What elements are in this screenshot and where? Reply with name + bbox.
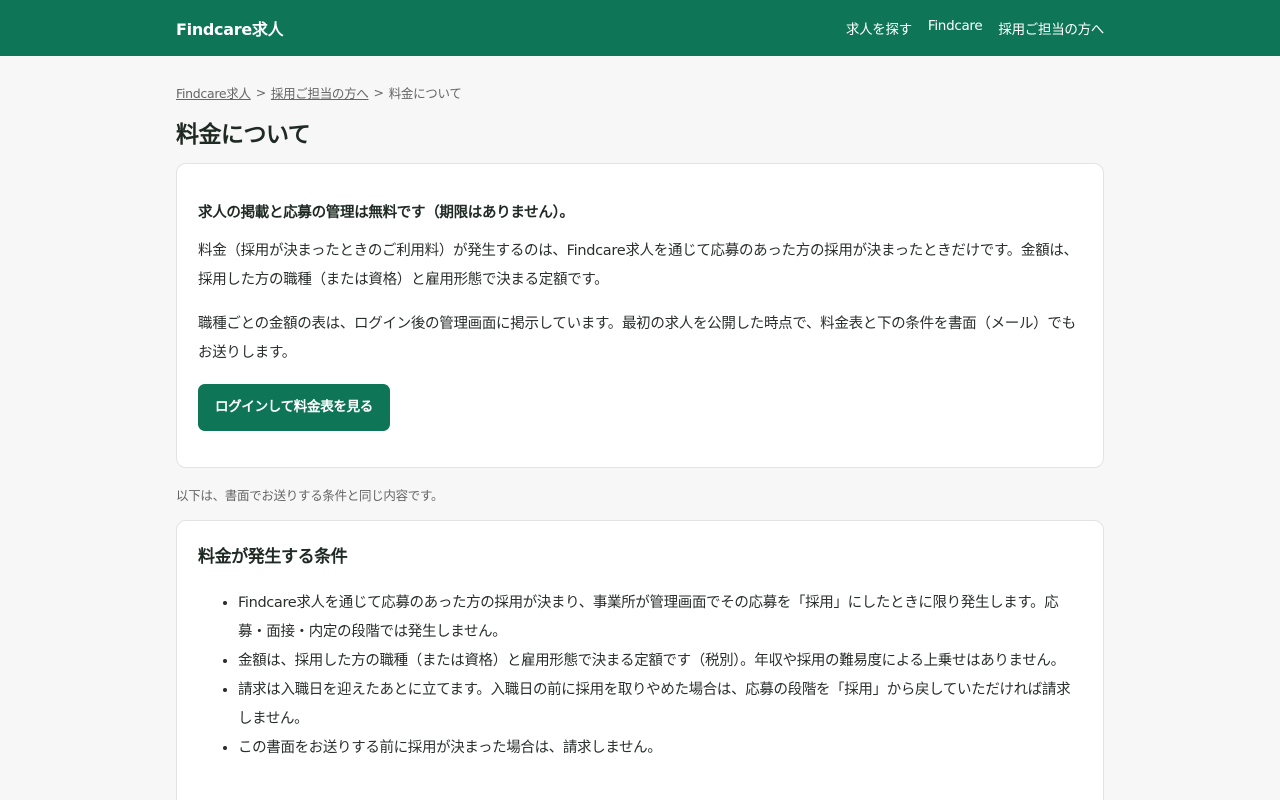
breadcrumb-current: 料金について bbox=[388, 85, 462, 101]
breadcrumb: Findcare求人 > 採用ご担当の方へ > 料金について bbox=[176, 83, 1104, 102]
list-item: 金額は、採用した方の職種（または資格）と雇用形態で決まる定額です（税別）。年収や… bbox=[238, 647, 1082, 676]
header-inner: Findcare求人 求人を探す Findcare 採用ご担当の方へ bbox=[176, 0, 1104, 56]
header-nav: 求人を探す Findcare 採用ご担当の方へ bbox=[846, 18, 1104, 38]
brand-logo-link[interactable]: Findcare求人 bbox=[176, 16, 284, 40]
breadcrumb-home[interactable]: Findcare求人 bbox=[176, 83, 251, 102]
conditions-list: Findcare求人を通じて応募のあった方の採用が決まり、事業所が管理画面でその… bbox=[198, 589, 1082, 763]
site-header: Findcare求人 求人を探す Findcare 採用ご担当の方へ bbox=[0, 0, 1280, 56]
main-content: Findcare求人 > 採用ご担当の方へ > 料金について 料金について 求人… bbox=[176, 84, 1104, 800]
intro-lead: 求人の掲載と応募の管理は無料です（期限はありません）。 bbox=[198, 205, 574, 221]
list-item: 請求は入職日を迎えたあとに立てます。入職日の前に採用を取りやめた場合は、応募の段… bbox=[238, 676, 1082, 734]
list-item: Findcare求人を通じて応募のあった方の採用が決まり、事業所が管理画面でその… bbox=[238, 589, 1082, 647]
intro-paragraph: 料金（採用が決まったときのご利用料）が発生するのは、Findcare求人を通じて… bbox=[198, 243, 1078, 288]
conditions-note: 以下は、書面でお送りする条件と同じ内容です。 bbox=[176, 488, 444, 503]
intro-paragraph: 職種ごとの金額の表は、ログイン後の管理画面に掲示しています。最初の求人を公開した… bbox=[198, 316, 1076, 361]
nav-findcare[interactable]: Findcare bbox=[928, 18, 983, 38]
nav-find-jobs[interactable]: 求人を探す bbox=[846, 18, 912, 38]
conditions-title: 料金が発生する条件 bbox=[198, 547, 348, 567]
breadcrumb-for-recruiters[interactable]: 採用ご担当の方へ bbox=[271, 83, 369, 102]
page-title: 料金について bbox=[176, 122, 311, 148]
pricing-intro-card: 求人の掲載と応募の管理は無料です（期限はありません）。 料金（採用が決まったとき… bbox=[176, 163, 1104, 468]
conditions-card: 料金が発生する条件 Findcare求人を通じて応募のあった方の採用が決まり、事… bbox=[176, 520, 1104, 800]
breadcrumb-separator: > bbox=[255, 84, 266, 100]
breadcrumb-separator: > bbox=[373, 84, 384, 100]
login-view-pricing-button[interactable]: ログインして料金表を見る bbox=[198, 384, 390, 431]
list-item: この書面をお送りする前に採用が決まった場合は、請求しません。 bbox=[238, 734, 1082, 763]
nav-for-recruiters[interactable]: 採用ご担当の方へ bbox=[998, 18, 1104, 38]
